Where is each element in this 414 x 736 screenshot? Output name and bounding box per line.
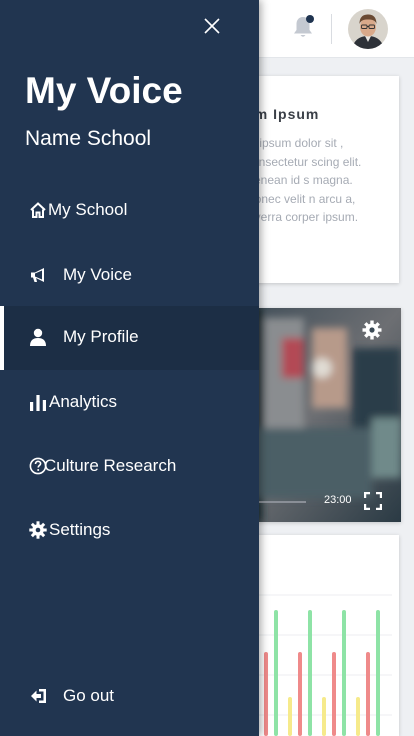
notification-badge xyxy=(306,15,314,23)
card-body: m ipsum dolor sit , consectetur scing el… xyxy=(246,136,362,224)
chart-bar xyxy=(308,610,312,736)
home-icon xyxy=(30,202,46,218)
navigation-drawer: My Voice Name School My School My Voice … xyxy=(0,0,259,736)
divider xyxy=(331,14,332,44)
school-name: Name School xyxy=(25,127,152,150)
video-settings-icon[interactable] xyxy=(362,320,382,340)
nav-label: Go out xyxy=(63,686,115,705)
gear-icon xyxy=(29,521,47,539)
chart-bar xyxy=(264,652,268,736)
chart-bar xyxy=(342,610,346,736)
fullscreen-icon[interactable] xyxy=(364,492,382,510)
chart-bar xyxy=(288,697,292,736)
nav-label: Analytics xyxy=(49,392,118,411)
chart-bar xyxy=(332,652,336,736)
user-icon xyxy=(30,328,46,346)
nav-label: Culture Research xyxy=(44,456,177,475)
logout-button[interactable]: Go out xyxy=(0,665,259,729)
close-icon[interactable] xyxy=(203,17,221,35)
chart-bar xyxy=(274,610,278,736)
avatar[interactable] xyxy=(348,9,388,49)
megaphone-icon xyxy=(31,268,44,282)
nav-item-my-school[interactable]: My School xyxy=(0,179,259,243)
bar-chart-icon xyxy=(30,395,46,411)
nav-label: Settings xyxy=(49,520,111,539)
chart-bar xyxy=(356,697,360,736)
nav-label: My Voice xyxy=(63,265,132,284)
chart-bar xyxy=(366,652,370,736)
video-time: 23:00 xyxy=(324,494,352,506)
nav-item-analytics[interactable]: Analytics xyxy=(0,371,259,435)
app-title: My Voice xyxy=(25,70,183,111)
nav-item-my-voice[interactable]: My Voice xyxy=(0,244,259,308)
chart-bar xyxy=(322,697,326,736)
video-progress-bar[interactable] xyxy=(258,501,306,503)
avatar-image xyxy=(348,9,388,49)
nav-item-culture-research[interactable]: Culture Research xyxy=(0,435,259,499)
sign-out-icon xyxy=(31,689,46,703)
nav-label: My Profile xyxy=(63,327,139,346)
chart-bar xyxy=(298,652,302,736)
nav-item-my-profile[interactable]: My Profile xyxy=(0,306,259,370)
nav-item-settings[interactable]: Settings xyxy=(0,499,259,563)
chart-bar xyxy=(376,610,380,736)
nav-label: My School xyxy=(48,200,128,219)
